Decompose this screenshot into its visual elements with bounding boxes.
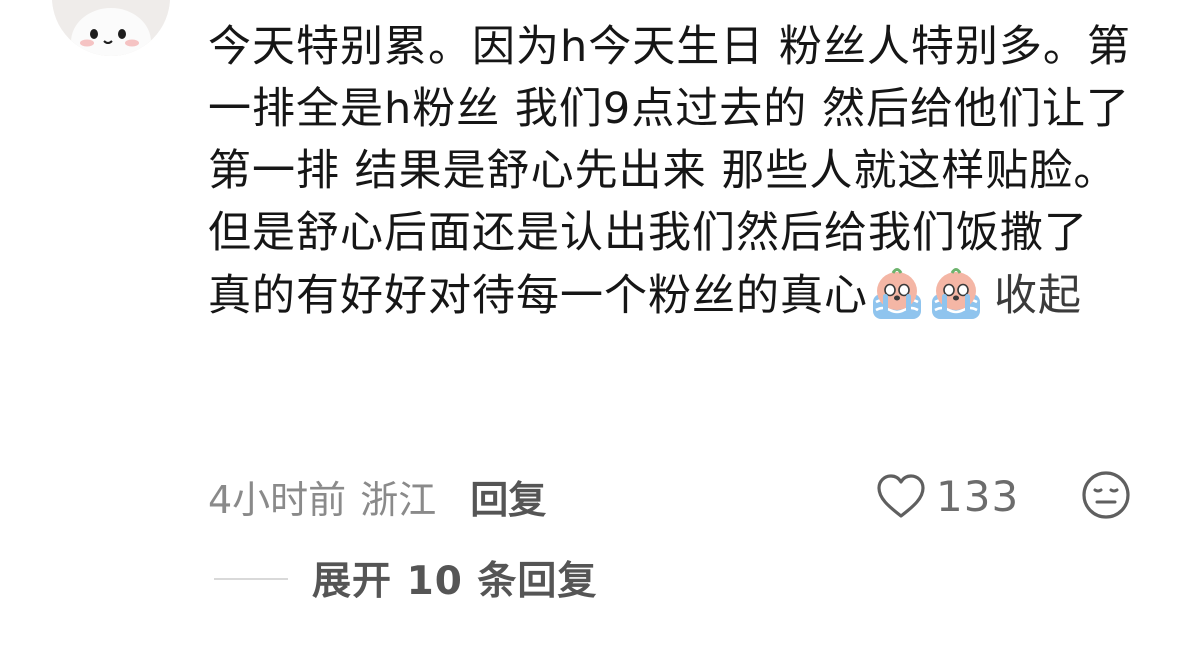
bunny-avatar-icon — [52, 0, 170, 56]
dislike-face-icon — [1082, 471, 1130, 519]
comment-text: 今天特别累。因为h今天生日 粉丝人特别多。第一排全是h粉丝 我们9点过去的 然后… — [208, 22, 1131, 321]
heart-outline-icon — [877, 474, 925, 518]
like-button[interactable]: 133 — [876, 468, 1019, 524]
comment-meta: 4小时前 浙江 回复 — [208, 466, 546, 526]
avatar[interactable] — [52, 0, 170, 56]
like-count: 133 — [936, 471, 1020, 521]
crying-emoji-icon — [868, 264, 926, 322]
dislike-button[interactable] — [1080, 469, 1132, 521]
reply-button[interactable]: 回复 — [470, 469, 546, 524]
comment-time: 4小时前 — [208, 477, 347, 522]
comment-body: 今天特别累。因为h今天生日 粉丝人特别多。第一排全是h粉丝 我们9点过去的 然后… — [208, 16, 1138, 327]
crying-emoji-icon — [927, 264, 985, 322]
collapse-button[interactable]: 收起 — [994, 271, 1082, 321]
expand-replies-button[interactable]: 展开 10 条回复 — [312, 550, 597, 606]
expand-divider — [214, 578, 288, 580]
comment-location: 浙江 — [360, 477, 437, 522]
